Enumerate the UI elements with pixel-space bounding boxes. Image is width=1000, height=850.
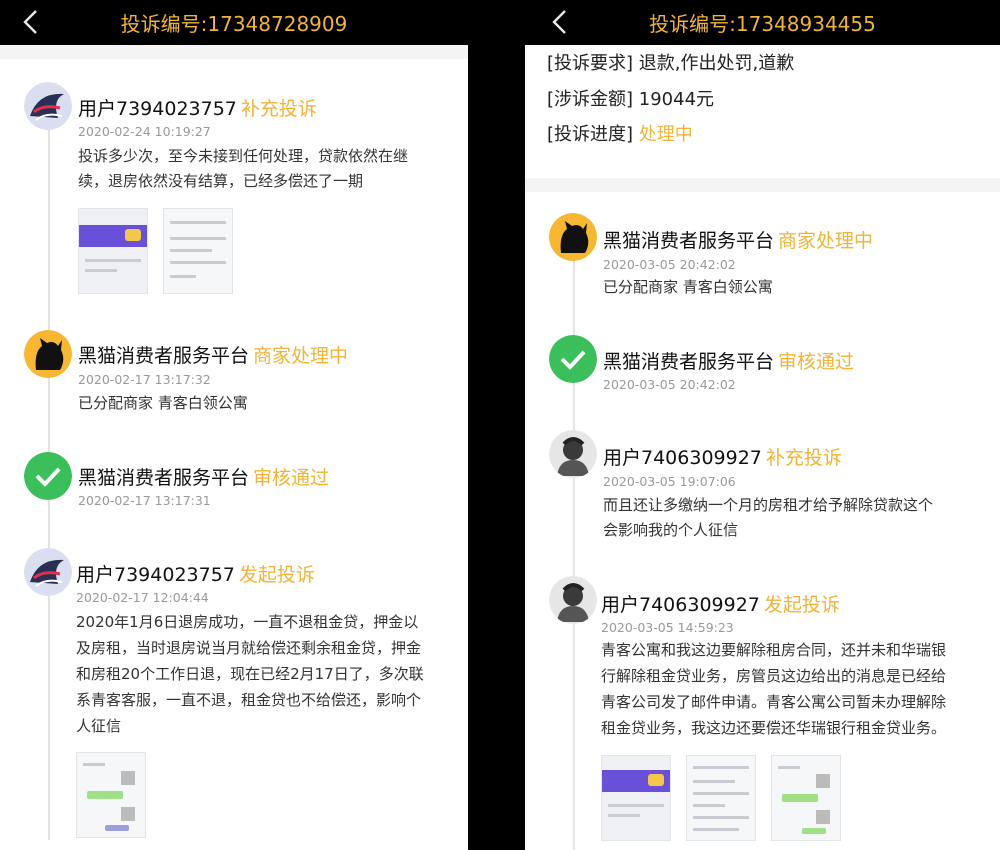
entry-author: 用户7394023757 补充投诉 [78, 98, 317, 120]
entry-timestamp: 2020-03-05 20:42:02 [603, 257, 736, 272]
top-bar: 投诉编号:17348934455 [525, 0, 1000, 45]
entry-status: 补充投诉 [240, 98, 317, 120]
entry-author: 黑猫消费者服务平台 商家处理中 [603, 230, 874, 252]
entry-timestamp: 2020-02-17 12:04:44 [76, 590, 209, 605]
entry-author: 黑猫消费者服务平台 审核通过 [603, 351, 855, 373]
entry-content: 已分配商家 青客白领公寓 [603, 278, 773, 296]
entry-content: 2020年1月6日退房成功，一直不退租金贷，押金以 及房租，当时退房说当月就给偿还… [76, 613, 424, 735]
user-avatar[interactable] [24, 548, 72, 596]
attachment-thumbnail[interactable] [78, 208, 148, 294]
complaint-number-title: 投诉编号:17348728909 [120, 12, 348, 36]
complaint-amount: [涉诉金额] 19044元 [547, 89, 715, 110]
entry-author: 黑猫消费者服务平台 商家处理中 [78, 345, 349, 367]
entry-content: 青客公寓和我这边要解除租房合同，还并未和华瑞银 行解除租金贷业务，房管员这边给出的… [601, 641, 947, 737]
complaint-panel-right: 投诉编号:17348934455 [投诉要求] 退款,作出处罚,道歉 [涉诉金额… [525, 0, 1000, 850]
attachment-thumbnail[interactable] [601, 755, 671, 841]
check-circle-icon [24, 452, 72, 500]
attachment-thumbnail[interactable] [76, 752, 146, 838]
entry-status: 审核通过 [778, 351, 855, 373]
entry-status: 审核通过 [253, 467, 330, 489]
complaint-progress: [投诉进度] 处理中 [547, 124, 693, 145]
attachment-thumbnail[interactable] [163, 208, 233, 294]
entry-content: 而且还让多缴纳一个月的房租才给予解除贷款这个 会影响我的个人征信 [603, 496, 934, 539]
entry-author: 黑猫消费者服务平台 审核通过 [78, 467, 330, 489]
entry-author: 用户7406309927 发起投诉 [601, 594, 840, 616]
entry-status: 发起投诉 [763, 594, 840, 616]
complaint-panel-left: 投诉编号:17348728909 用户7394023757 补充投诉 2020-0… [0, 0, 468, 850]
entry-status: 商家处理中 [778, 230, 874, 252]
complaint-number-title: 投诉编号:17348934455 [649, 12, 876, 36]
entry-author: 用户7394023757 发起投诉 [76, 564, 315, 586]
attachment-thumbnail[interactable] [686, 755, 756, 841]
entry-timestamp: 2020-02-17 13:17:31 [78, 493, 211, 508]
entry-content: 投诉多少次，至今未接到任何处理，贷款依然在继 续，退房依然没有结算，已经多偿还了一… [78, 147, 409, 190]
section-divider [525, 178, 1000, 192]
user-avatar[interactable] [549, 430, 597, 478]
top-bar: 投诉编号:17348728909 [0, 0, 468, 45]
black-cat-logo-avatar[interactable] [24, 330, 72, 378]
entry-status: 补充投诉 [765, 447, 842, 469]
user-avatar[interactable] [24, 82, 72, 130]
check-circle-icon [549, 335, 597, 383]
user-avatar[interactable] [549, 576, 597, 624]
black-cat-logo-avatar[interactable] [549, 213, 597, 261]
entry-timestamp: 2020-03-05 14:59:23 [601, 620, 734, 635]
entry-author: 用户7406309927 补充投诉 [603, 447, 842, 469]
section-divider [0, 45, 468, 59]
entry-timestamp: 2020-03-05 19:07:06 [603, 474, 736, 489]
entry-timestamp: 2020-03-05 20:42:02 [603, 377, 736, 392]
entry-timestamp: 2020-02-17 13:17:32 [78, 372, 211, 387]
complaint-demand: [投诉要求] 退款,作出处罚,道歉 [547, 53, 795, 74]
entry-timestamp: 2020-02-24 10:19:27 [78, 124, 211, 139]
entry-content: 已分配商家 青客白领公寓 [78, 394, 248, 412]
entry-status: 商家处理中 [253, 345, 349, 367]
attachment-thumbnail[interactable] [771, 755, 841, 841]
entry-status: 发起投诉 [238, 564, 315, 586]
progress-status: 处理中 [638, 124, 693, 145]
